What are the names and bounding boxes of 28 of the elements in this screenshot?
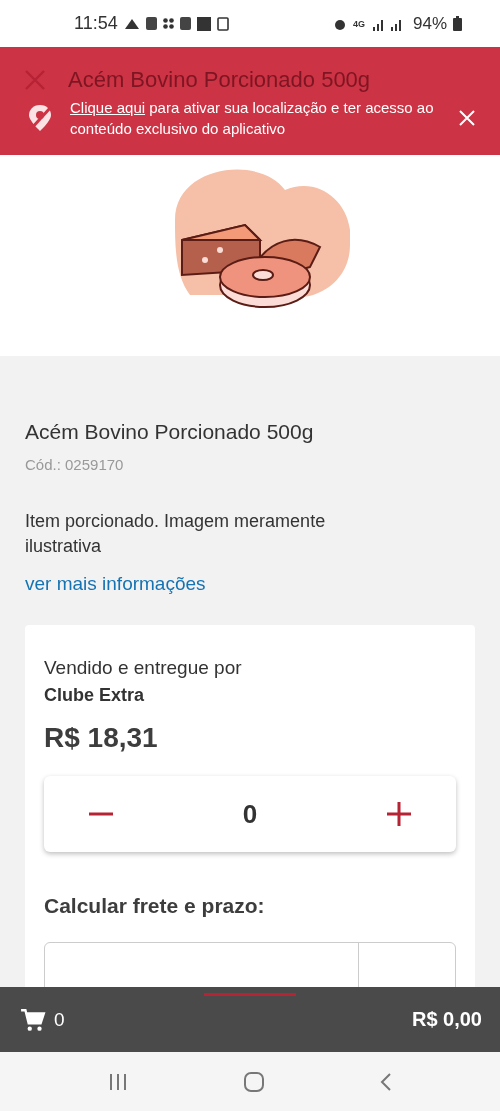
location-off-icon <box>26 103 54 133</box>
battery-level: 94% <box>412 13 447 34</box>
cart-icon[interactable] <box>20 1006 46 1033</box>
cart-total: R$ 0,00 <box>411 1008 482 1031</box>
product-price: R$ 18,31 <box>44 722 159 754</box>
product-name: Acém Bovino Porcionado 500g <box>25 420 315 444</box>
app-icon <box>196 16 211 31</box>
app-icon <box>179 17 191 30</box>
app-icon <box>145 17 157 30</box>
location-message: Clique aqui para ativar sua localização e ter acesso ao conteúdo exclusivo do aplicativo <box>70 98 435 139</box>
recent-apps-icon[interactable] <box>108 1072 128 1091</box>
cart-count: 0 <box>54 1008 65 1031</box>
plus-icon[interactable] <box>386 801 412 827</box>
enable-location-link[interactable]: Clique aqui <box>70 99 146 116</box>
back-icon[interactable] <box>380 1071 392 1092</box>
quantity-value: 0 <box>242 798 258 830</box>
dots-icon <box>162 18 174 29</box>
network-type: 4G <box>352 18 365 29</box>
product-description: Item porcionado. Imagem meramente ilustrativa <box>25 510 327 558</box>
battery-icon <box>453 16 462 31</box>
page-title: Acém Bovino Porcionado 500g <box>68 67 371 93</box>
product-code: Cód.: 0259170 <box>25 456 125 473</box>
sold-by-label: Vendido e entregue por <box>44 657 243 679</box>
home-icon[interactable] <box>244 1071 264 1092</box>
status-time: 11:54 <box>74 13 118 34</box>
more-info-link[interactable]: ver mais informações <box>25 573 475 595</box>
seller-name: Clube Extra <box>44 685 146 706</box>
shipping-title: Calcular frete e prazo: <box>44 894 266 918</box>
